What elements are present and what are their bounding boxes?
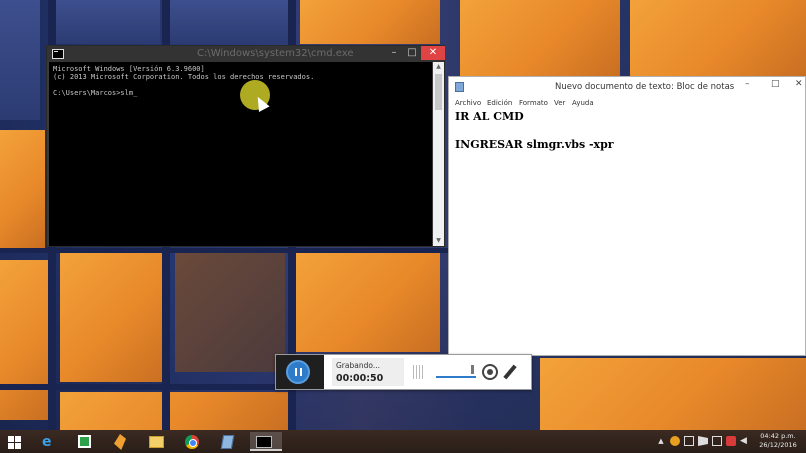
taskbar-file-explorer[interactable] [142,432,170,451]
menu-formato[interactable]: Formato [519,99,548,107]
notepad-text-line: IR AL CMD [455,110,524,123]
drag-handle-icon[interactable] [413,365,423,379]
recording-status: Grabando... 00:00:50 [332,358,404,386]
start-button[interactable] [0,432,28,451]
wallpaper-pane [0,0,40,120]
taskbar: e ▲ ◀ 04:42 p.m. 26/12/2016 [0,430,806,453]
wallpaper-beam [0,384,300,390]
wallpaper-pane [175,252,285,372]
cmd-icon [256,436,272,448]
network-icon[interactable] [712,436,722,446]
menu-ayuda[interactable]: Ayuda [572,99,594,107]
scroll-up-icon[interactable]: ▲ [433,62,444,72]
wallpaper-pane [630,0,806,76]
tray-device-icon[interactable] [684,436,694,446]
screen-recorder-toolbar: Grabando... 00:00:50 [275,354,532,390]
wallpaper-pane [295,252,440,352]
cmd-close-button[interactable]: ✕ [421,46,445,60]
recording-label: Grabando... [336,361,380,370]
file-explorer-icon [149,436,164,448]
tray-red-app-icon[interactable] [726,436,736,446]
notepad-close-button[interactable]: ✕ [795,79,803,89]
recorder-pause-area [276,355,324,389]
menu-edicion[interactable]: Edición [487,99,512,107]
wallpaper-pane [540,358,806,430]
wallpaper-pane [60,392,290,430]
cmd-titlebar[interactable]: C:\Windows\system32\cmd.exe – □ ✕ [47,46,445,62]
taskbar-internet-explorer[interactable]: e [34,432,62,451]
wallpaper-pane [460,0,620,76]
scroll-thumb[interactable] [435,74,442,110]
notepad-window-icon [455,82,464,92]
wallpaper-pane [300,0,440,44]
cmd-window-icon [52,49,64,59]
action-center-flag-icon[interactable] [698,436,708,446]
chrome-icon [185,435,199,449]
menu-archivo[interactable]: Archivo [455,99,481,107]
volume-slider-thumb[interactable] [471,365,474,374]
windows-start-icon [8,436,22,449]
app-icon [114,434,126,450]
store-icon [78,435,91,448]
taskbar-cmd[interactable] [250,432,282,451]
notepad-titlebar[interactable]: Nuevo documento de texto: Bloc de notas … [449,77,805,97]
wallpaper-pane [55,0,160,44]
cmd-output-line: (c) 2013 Microsoft Corporation. Todos lo… [53,73,315,81]
taskbar-chrome[interactable] [178,432,206,451]
wallpaper-beam [0,248,450,253]
cmd-window[interactable]: C:\Windows\system32\cmd.exe – □ ✕ Micros… [46,45,445,247]
clock-time: 04:42 p.m. [760,432,796,440]
pen-icon[interactable] [503,364,517,380]
webcam-icon[interactable] [482,364,498,380]
pause-recording-button[interactable] [286,360,310,384]
cmd-window-title: C:\Windows\system32\cmd.exe [197,48,354,59]
cmd-maximize-button[interactable]: □ [403,46,421,60]
tray-app-icon[interactable] [670,436,680,446]
cmd-minimize-button[interactable]: – [385,46,403,60]
notepad-text-line: INGRESAR slmgr.vbs -xpr [455,138,614,151]
clock-date: 26/12/2016 [759,441,797,449]
system-clock[interactable]: 04:42 p.m. 26/12/2016 [755,432,801,450]
wallpaper-pane [60,252,165,382]
notepad-blank-line [455,123,801,138]
wallpaper-pane [0,130,45,250]
wallpaper-pane [170,0,290,44]
volume-icon[interactable]: ◀ [740,436,750,446]
cmd-output-line: Microsoft Windows [Versión 6.3.9600] [53,65,205,73]
taskbar-notepad[interactable] [214,432,242,451]
internet-explorer-icon: e [42,434,52,450]
show-hidden-icons-button[interactable]: ▲ [656,436,666,446]
notepad-window[interactable]: Nuevo documento de texto: Bloc de notas … [448,76,806,356]
taskbar-store[interactable] [70,432,98,451]
cmd-scrollbar[interactable]: ▲ ▼ [433,62,444,246]
notepad-maximize-button[interactable]: □ [771,79,780,89]
notepad-icon [220,435,235,449]
menu-ver[interactable]: Ver [554,99,565,107]
wallpaper-pane [0,260,50,420]
notepad-minimize-button[interactable]: – [745,79,750,89]
recording-timer: 00:00:50 [336,373,384,384]
taskbar-app[interactable] [106,432,134,451]
notepad-window-title: Nuevo documento de texto: Bloc de notas [555,82,735,92]
notepad-menubar: Archivo Edición Formato Ver Ayuda [449,97,805,110]
volume-slider[interactable] [436,376,476,378]
scroll-down-icon[interactable]: ▼ [433,236,444,246]
notepad-text-area[interactable]: IR AL CMD INGRESAR slmgr.vbs -xpr [455,110,801,355]
